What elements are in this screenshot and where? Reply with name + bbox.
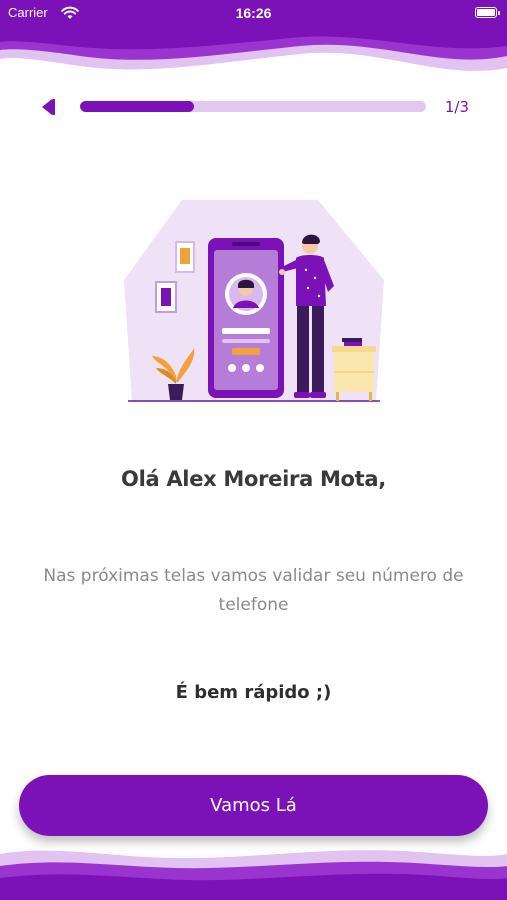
continue-button[interactable]: Vamos Lá [19,775,488,836]
clock: 16:26 [235,5,272,21]
greeting-title: Olá Alex Moreira Mota, [121,467,386,491]
top-wave-decoration [0,26,507,71]
status-bar: Carrier 16:26 [0,0,507,26]
onboarding-illustration [124,200,384,402]
back-arrow-icon [42,99,55,115]
progress-bar [80,101,426,112]
progress-bar-fill [80,101,195,112]
note-text: É bem rápido ;) [175,682,332,703]
step-counter: 1/3 [444,98,469,116]
back-button[interactable] [38,96,58,118]
progress-header: 1/3 [0,92,507,122]
bottom-wave-decoration [0,850,507,900]
description-text: Nas próximas telas vamos validar seu núm… [43,566,464,615]
battery-icon [475,7,500,18]
